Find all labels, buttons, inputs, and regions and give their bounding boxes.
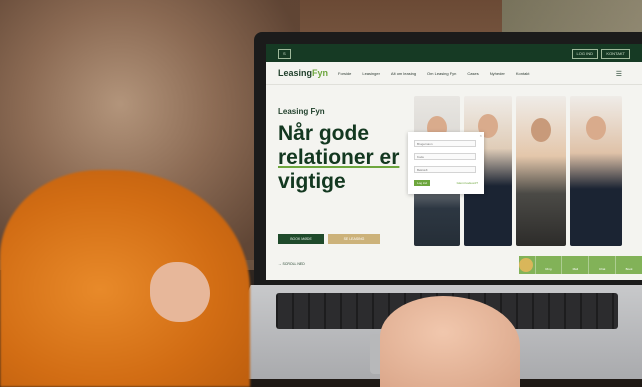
floating-item-ring[interactable]: Ring [534,256,562,274]
floating-item-mail[interactable]: Mail [561,256,588,274]
floating-item-chat[interactable]: Chat [588,256,615,274]
nav-item-alt-om-leasing[interactable]: Alt om leasing [391,71,416,76]
hero-title-line3: vigtige [278,170,346,193]
hamburger-menu-icon[interactable]: ☰ [616,70,622,78]
floating-plus-badge[interactable] [519,258,533,272]
hero-label: Leasing Fyn [278,107,325,116]
team-photo-3 [516,96,566,246]
site-logo[interactable]: LeasingFyn [278,68,328,78]
logo-accent: Fyn [312,68,329,78]
hero-title-line1: Når gode [278,122,370,145]
nav-items: Forside Leasinger Alt om leasing Om Leas… [338,71,529,76]
left-hand [150,262,210,322]
username-field[interactable] [414,140,476,147]
topbar-contact-chip[interactable]: KONTAKT [601,49,630,59]
topbar-chip-left[interactable]: S [278,49,291,59]
forgot-password-link[interactable]: Glemt kodeord? [457,181,478,185]
logo-main: Leasing [278,68,313,78]
nav-item-leasinger[interactable]: Leasinger [362,71,380,76]
hero-title: Når gode relationer er vigtige [278,122,418,194]
book-meeting-button[interactable]: BOOK MØDE [278,234,324,244]
scroll-hint[interactable]: → SCROLL NED [278,262,305,266]
login-button[interactable]: Log ind [414,180,430,186]
confirm-field[interactable] [414,166,476,173]
team-photo-4 [570,96,622,246]
nav-item-kontakt[interactable]: Kontakt [516,71,530,76]
see-leasing-button[interactable]: SE LEASING [328,234,380,244]
nav-item-om-leasing-fyn[interactable]: Om Leasing Fyn [427,71,456,76]
topbar-login-chip[interactable]: LOG IND [571,49,598,59]
floating-item-book[interactable]: Book [615,256,642,274]
nav-item-forside[interactable]: Forside [338,71,351,76]
close-icon[interactable]: × [480,133,482,138]
laptop-screen: S LOG IND KONTAKT LeasingFyn Forside Lea… [266,44,642,280]
hero-title-line2: relationer er [278,146,400,169]
nav-item-cases[interactable]: Cases [467,71,478,76]
floating-contact-bar: Ring Mail Chat Book [519,256,642,274]
login-modal: × Log ind Glemt kodeord? [408,132,484,194]
nav-item-nyheder[interactable]: Nyheder [490,71,505,76]
site-topbar: S LOG IND KONTAKT [266,44,642,62]
password-field[interactable] [414,153,476,160]
